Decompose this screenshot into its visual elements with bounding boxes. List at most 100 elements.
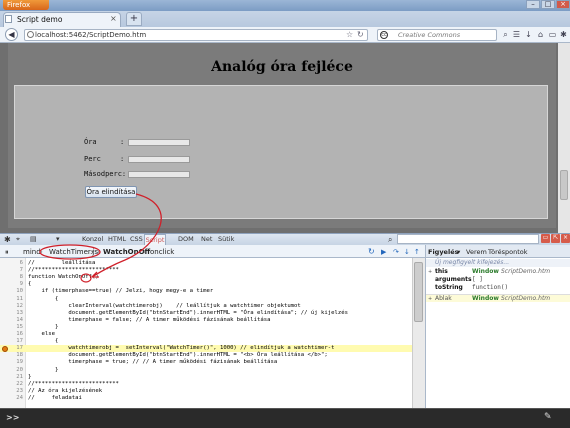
firebug-close-button[interactable]: × — [561, 234, 570, 243]
tab-net[interactable]: Net — [201, 235, 212, 244]
reload-icon[interactable]: ↻ — [357, 29, 364, 40]
panel-dropdown-icon[interactable]: ▾ — [56, 235, 60, 244]
line-number[interactable]: 9 — [9, 281, 23, 288]
step-into-icon[interactable]: ↓ — [404, 247, 410, 257]
console-dropdown-icon[interactable]: ▤ — [30, 235, 37, 244]
tab-konzol[interactable]: Konzol — [82, 235, 103, 244]
code-line[interactable]: 11 { — [0, 296, 412, 303]
pause-icon[interactable]: ⏸ — [5, 247, 9, 257]
expand-toggle-icon[interactable]: + — [428, 295, 432, 303]
code-line[interactable]: 8 function WatchOnOff() — [0, 274, 412, 281]
line-number[interactable]: 21 — [9, 374, 23, 381]
code-line[interactable]: 24 // feladatai — [0, 395, 412, 402]
line-number[interactable]: 22 — [9, 381, 23, 388]
tab-figyeles[interactable]: Figyelés — [428, 247, 458, 257]
bookmarks-icon[interactable]: ☰ — [511, 29, 522, 40]
line-number[interactable]: 23 — [9, 388, 23, 395]
bookmark-star-icon[interactable]: ☆ — [346, 29, 353, 40]
line-number[interactable]: 8 — [9, 274, 23, 281]
minimize-button[interactable]: – — [526, 0, 540, 9]
command-line[interactable] — [0, 408, 570, 428]
line-number[interactable]: 7 — [9, 267, 23, 274]
line-number[interactable]: 20 — [9, 367, 23, 374]
line-number[interactable]: 13 — [9, 310, 23, 317]
tab-sutik[interactable]: Sütik — [218, 235, 234, 244]
tab-dom[interactable]: DOM — [178, 235, 194, 244]
tab-css[interactable]: CSS — [130, 235, 143, 244]
code-line[interactable]: 19 timerphase = true; // // A timer műkö… — [0, 359, 412, 366]
home-icon[interactable]: ⌂ — [535, 29, 546, 40]
new-tab-button[interactable]: + — [126, 12, 142, 26]
code-scrollbar-thumb[interactable] — [414, 262, 423, 322]
tab-html[interactable]: HTML — [108, 235, 126, 244]
line-number[interactable]: 19 — [9, 359, 23, 366]
line-number[interactable]: 24 — [9, 395, 23, 402]
line-number[interactable]: 18 — [9, 352, 23, 359]
sidebar-icon[interactable]: ▭ — [547, 29, 558, 40]
expand-toggle-icon[interactable]: + — [428, 268, 432, 276]
second-field[interactable] — [128, 171, 190, 178]
tab-verem[interactable]: Verem — [466, 247, 487, 257]
code-line[interactable]: 22 //************************* — [0, 381, 412, 388]
page-scrollbar[interactable] — [558, 43, 570, 233]
firebug-minimize-button[interactable]: ▭ — [541, 234, 550, 243]
page-scrollbar-thumb[interactable] — [560, 170, 568, 200]
search-magnifier-icon[interactable]: ⌕ — [500, 29, 511, 40]
code-line[interactable]: 10 if (timerphase==true) // Jelzi, hogy … — [0, 288, 412, 295]
search-input[interactable]: Creative Commons — [377, 29, 497, 41]
line-number[interactable]: 16 — [9, 331, 23, 338]
tab-torespontok[interactable]: Töréspontok — [488, 247, 528, 257]
inspect-icon[interactable]: ⌖ — [16, 235, 20, 244]
code-line[interactable]: 9{ — [0, 281, 412, 288]
maximize-button[interactable]: □ — [541, 0, 555, 9]
start-clock-button[interactable]: Óra elindítása — [85, 186, 137, 198]
rerun-icon[interactable]: ↻ — [368, 247, 375, 257]
line-number[interactable]: 6 — [9, 260, 23, 267]
breadcrumb-onclick[interactable]: onclick — [150, 247, 174, 257]
firebug-bug-icon[interactable]: ✱ — [4, 235, 11, 244]
step-over-icon[interactable]: ↷ — [393, 247, 399, 257]
watch-row[interactable]: toString function() — [426, 284, 570, 292]
code-line[interactable]: 7 //************************* — [0, 267, 412, 274]
firebug-search-input[interactable] — [397, 234, 539, 244]
watch-row[interactable]: + this Window ScriptDemo.htm — [426, 268, 570, 276]
line-number[interactable]: 10 — [9, 288, 23, 295]
tab-script[interactable]: Script — [144, 234, 166, 245]
hour-field[interactable] — [128, 139, 190, 146]
step-out-icon[interactable]: ↑ — [414, 247, 420, 257]
line-number[interactable]: 14 — [9, 317, 23, 324]
code-line[interactable]: 6 // leállítása — [0, 260, 412, 267]
firefox-menu-button[interactable]: Firefox — [3, 0, 49, 10]
breadcrumb-mind[interactable]: mind — [23, 247, 41, 257]
line-number[interactable]: 17 — [9, 338, 23, 345]
code-line[interactable]: 13 document.getElementById("btnStartEnd"… — [0, 310, 412, 317]
code-line[interactable]: 23 // Az óra kijelzésének — [0, 388, 412, 395]
tab-close-icon[interactable]: × — [110, 12, 117, 26]
wrench-icon[interactable]: ✎ — [544, 412, 552, 422]
dropdown-arrow-icon[interactable]: ▾ — [457, 247, 460, 257]
code-line[interactable]: 16 else — [0, 331, 412, 338]
line-number[interactable]: 12 — [9, 303, 23, 310]
firebug-detach-button[interactable]: ⇱ — [551, 234, 560, 243]
line-number[interactable]: 17 — [9, 345, 23, 352]
new-watch-expression-input[interactable]: Új megfigyelt kifejezés... — [426, 259, 570, 267]
url-bar[interactable]: localhost:5462/ScriptDemo.htm — [24, 29, 368, 41]
code-line[interactable]: 14 timerphase = false; // A timer működé… — [0, 317, 412, 324]
breakpoint-icon[interactable] — [2, 345, 8, 352]
minute-field[interactable] — [128, 156, 190, 163]
code-line[interactable]: 20 } — [0, 367, 412, 374]
continue-icon[interactable]: ▶ — [381, 247, 386, 257]
downloads-icon[interactable]: ↓ — [523, 29, 534, 40]
line-number[interactable]: 15 — [9, 324, 23, 331]
code-line[interactable]: 21} — [0, 374, 412, 381]
code-line[interactable]: 12 clearInterval(watchtimerobj) // leáll… — [0, 303, 412, 310]
close-window-button[interactable]: × — [556, 0, 570, 9]
code-line[interactable]: 15 } — [0, 324, 412, 331]
watch-row[interactable]: + Ablak Window ScriptDemo.htm — [426, 294, 570, 302]
dropdown-arrow-icon[interactable]: ▾ — [91, 247, 95, 257]
firebug-icon[interactable]: ✱ — [558, 29, 569, 40]
line-number[interactable]: 11 — [9, 296, 23, 303]
browser-tab[interactable]: Script demo — [3, 12, 121, 27]
back-button[interactable]: ◀ — [5, 28, 18, 41]
watch-row[interactable]: arguments[ ] — [426, 276, 570, 284]
